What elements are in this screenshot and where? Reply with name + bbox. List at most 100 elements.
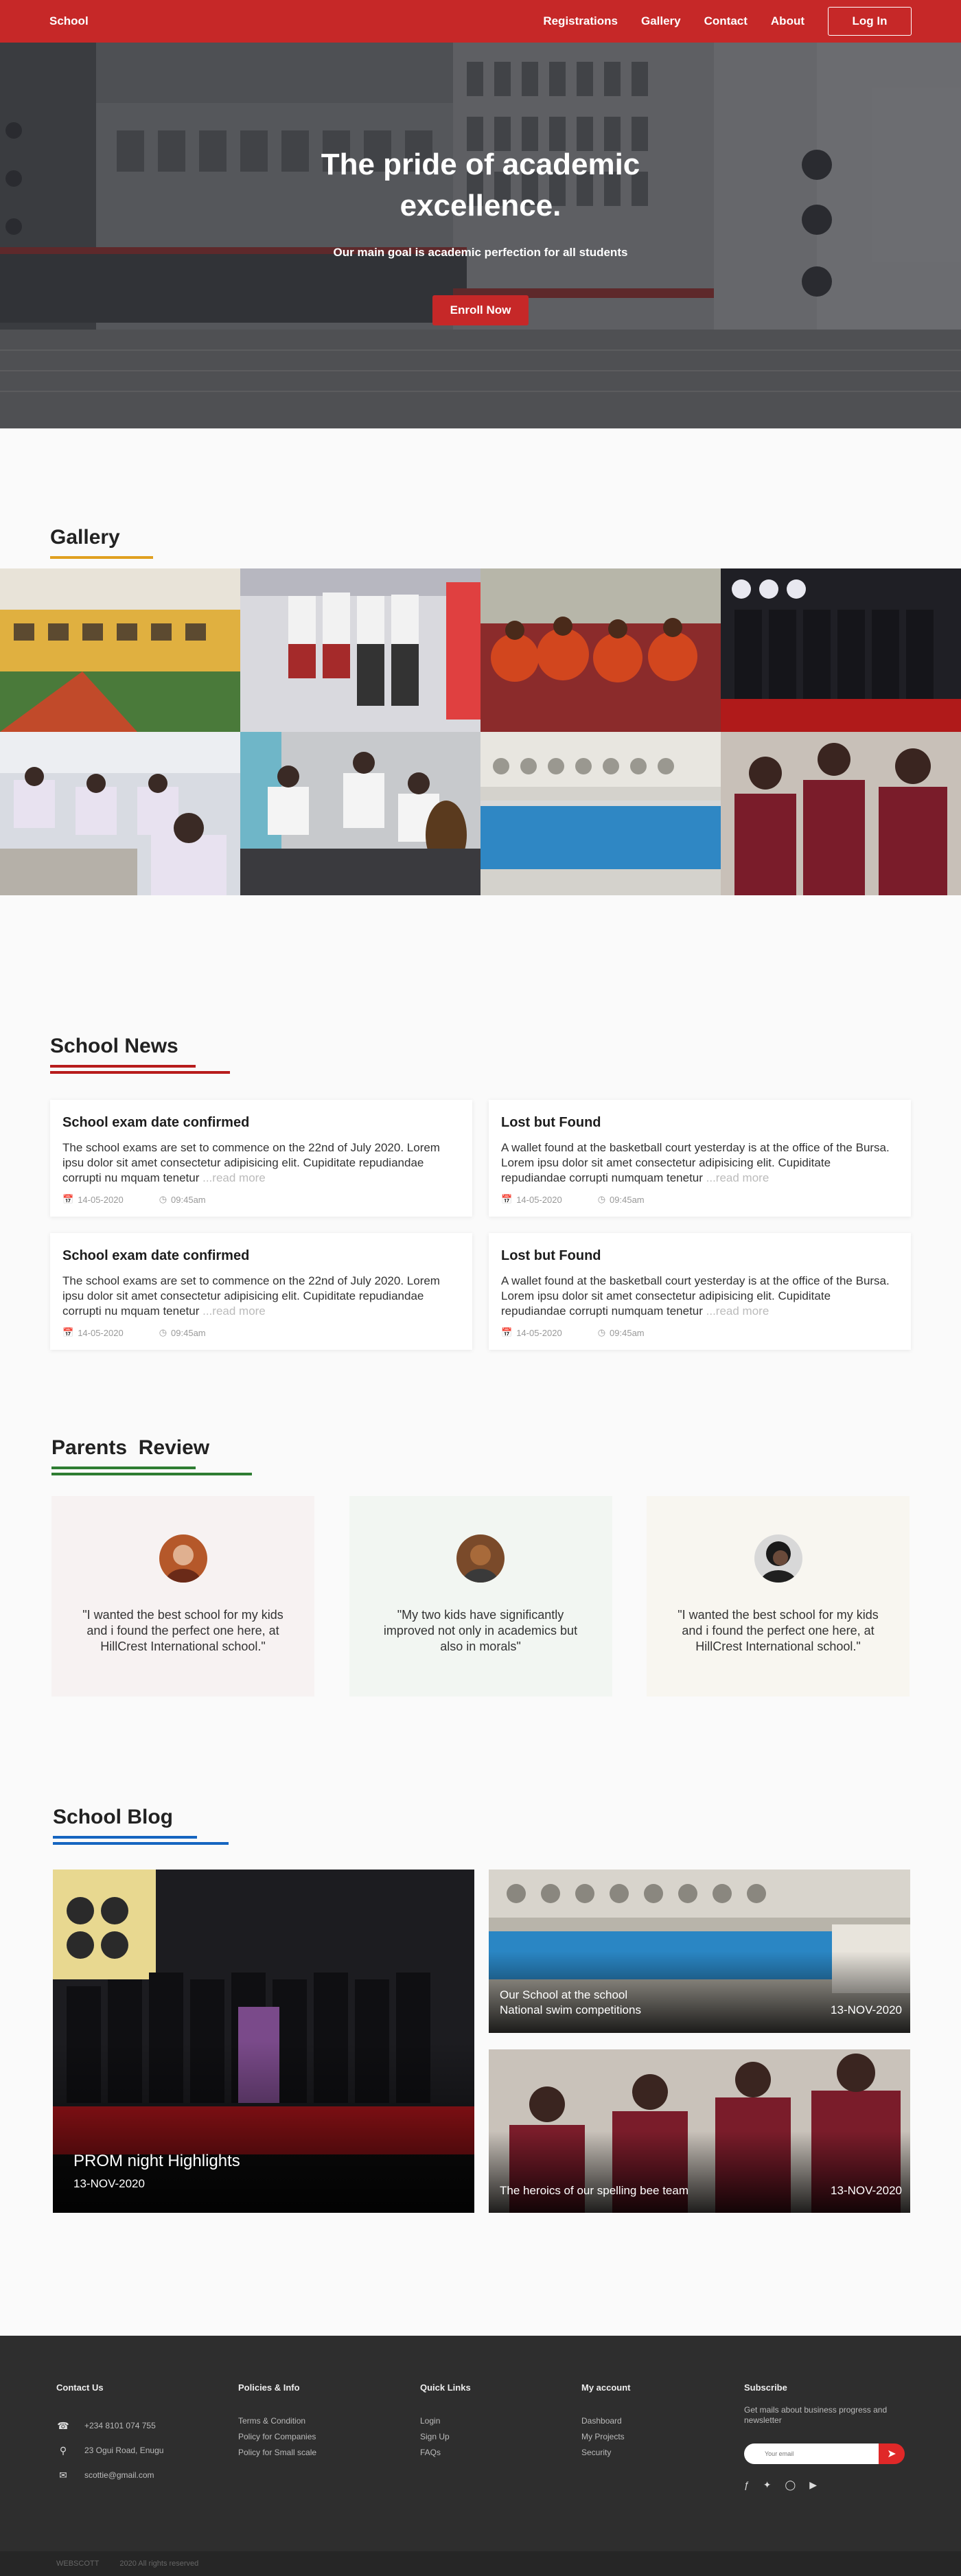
footer-link-faqs[interactable]: FAQs — [420, 2445, 581, 2461]
review-quote: "My two kids have significantly improved… — [383, 1608, 578, 1653]
youtube-icon[interactable]: ▶ — [809, 2479, 817, 2491]
subscribe-send-button[interactable]: ➤ — [879, 2443, 905, 2464]
gallery-image-ceremony[interactable] — [721, 568, 961, 732]
footer-brand: WEBSCOTT — [56, 2560, 100, 2568]
footer-subscribe-title: Subscribe — [744, 2382, 787, 2393]
news-card[interactable]: Lost but Found A wallet found at the bas… — [489, 1233, 911, 1350]
news-card-date: 14-05-2020 — [78, 1194, 124, 1205]
clock-icon: ◷ — [159, 1327, 167, 1337]
gallery-image-students-uniform[interactable] — [240, 568, 480, 732]
blog-post-spelling-bee[interactable]: The heroics of our spelling bee team 13-… — [489, 2049, 910, 2213]
footer-email: ✉ scottie@gmail.com — [56, 2463, 238, 2487]
read-more-link[interactable]: ...read more — [202, 1304, 266, 1318]
footer-link-my-projects[interactable]: My Projects — [581, 2429, 744, 2445]
footer-contact-title: Contact Us — [56, 2382, 104, 2393]
clock-icon: ◷ — [159, 1194, 167, 1204]
blog-post-date: 13-NOV-2020 — [73, 2177, 145, 2190]
footer-columns: Contact Us ☎ +234 8101 074 755 ⚲ 23 Ogui R… — [56, 2382, 909, 2491]
avatar — [754, 1534, 802, 1583]
gallery-image-music-class[interactable] — [240, 732, 480, 895]
review-card: "I wanted the best school for my kids an… — [51, 1496, 314, 1697]
twitter-icon[interactable]: ✦ — [763, 2479, 772, 2491]
news-card[interactable]: Lost but Found A wallet found at the bas… — [489, 1100, 911, 1217]
review-card: "My two kids have significantly improved… — [349, 1496, 612, 1697]
nav-link-registrations[interactable]: Registrations — [543, 14, 618, 28]
footer-link-signup[interactable]: Sign Up — [420, 2429, 581, 2445]
mail-icon: ✉ — [59, 2469, 67, 2481]
hero-content: The pride of academic excellence. Our ma… — [0, 144, 961, 325]
blog-post-main[interactable]: PROM night Highlights 13-NOV-2020 — [53, 1870, 474, 2213]
news-card-time: 09:45am — [610, 1327, 645, 1338]
blog-post-shade — [489, 2131, 910, 2213]
news-card-meta: 📅 14-05-2020 ◷ 09:45am — [501, 1194, 899, 1205]
footer-link-dashboard[interactable]: Dashboard — [581, 2413, 744, 2429]
calendar-icon: 📅 — [62, 1194, 74, 1204]
nav-link-about[interactable]: About — [771, 14, 804, 28]
nav-link-contact[interactable]: Contact — [704, 14, 748, 28]
footer-link-terms[interactable]: Terms & Condition — [238, 2413, 420, 2429]
nav-link-gallery[interactable]: Gallery — [641, 14, 681, 28]
subscribe-email-input[interactable] — [744, 2443, 881, 2464]
reviews-title-underline-2 — [51, 1473, 252, 1475]
school-news-section: School News School exam date confirmed T… — [50, 1035, 911, 1350]
read-more-link[interactable]: ...read more — [202, 1171, 266, 1184]
gallery-image-cultural-day[interactable] — [480, 568, 721, 732]
gallery-title: Gallery — [50, 526, 120, 549]
review-card: "I wanted the best school for my kids an… — [647, 1496, 910, 1697]
avatar — [159, 1534, 207, 1583]
blog-post-title: The heroics of our spelling bee team — [500, 2184, 688, 2197]
footer-account-title: My account — [581, 2382, 631, 2393]
gallery-grid — [0, 568, 961, 895]
clock-icon: ◷ — [597, 1327, 606, 1337]
news-title: School News — [50, 1035, 178, 1057]
read-more-link[interactable]: ...read more — [706, 1171, 769, 1184]
footer-account-column: My account Dashboard My Projects Securit… — [581, 2382, 744, 2491]
social-links: ƒ ✦ ◯ ▶ — [744, 2479, 909, 2491]
review-quote: "I wanted the best school for my kids an… — [678, 1608, 879, 1653]
news-card-title: Lost but Found — [501, 1248, 601, 1263]
login-button[interactable]: Log In — [828, 7, 912, 36]
news-title-underline-2 — [50, 1071, 230, 1074]
instagram-icon[interactable]: ◯ — [785, 2479, 796, 2491]
footer-quick-links-title: Quick Links — [420, 2382, 471, 2393]
hero-title: The pride of academic excellence. — [321, 148, 640, 222]
gallery-title-underline — [50, 556, 153, 559]
footer-link-policy-companies[interactable]: Policy for Companies — [238, 2429, 420, 2445]
location-icon: ⚲ — [59, 2444, 67, 2456]
calendar-icon: 📅 — [62, 1327, 74, 1337]
gallery-header: Gallery — [0, 526, 961, 559]
facebook-icon[interactable]: ƒ — [744, 2479, 750, 2491]
footer-link-login[interactable]: Login — [420, 2413, 581, 2429]
blog-post-swim[interactable]: Our School at the school National swim c… — [489, 1870, 910, 2033]
gallery-image-classroom[interactable] — [0, 732, 240, 895]
footer-link-policy-small-scale[interactable]: Policy for Small scale — [238, 2445, 420, 2461]
gallery-image-students-blazers[interactable] — [721, 732, 961, 895]
news-title-underline — [50, 1065, 196, 1068]
gallery-image-campus[interactable] — [0, 568, 240, 732]
hero-section: The pride of academic excellence. Our ma… — [0, 0, 961, 428]
footer-contact-column: Contact Us ☎ +234 8101 074 755 ⚲ 23 Ogui R… — [56, 2382, 238, 2491]
footer-subscribe-text: Get mails about business progress and ne… — [744, 2405, 888, 2425]
news-card-meta: 📅 14-05-2020 ◷ 09:45am — [62, 1327, 460, 1338]
news-card-meta: 📅 14-05-2020 ◷ 09:45am — [501, 1327, 899, 1338]
news-card[interactable]: School exam date confirmed The school ex… — [50, 1233, 472, 1350]
enroll-now-button[interactable]: Enroll Now — [432, 295, 529, 325]
brand-link[interactable]: School — [49, 14, 89, 28]
calendar-icon: 📅 — [501, 1327, 513, 1337]
news-card-meta: 📅 14-05-2020 ◷ 09:45am — [62, 1194, 460, 1205]
blog-title-underline — [53, 1836, 197, 1839]
read-more-link[interactable]: ...read more — [706, 1304, 769, 1318]
news-card-date: 14-05-2020 — [78, 1327, 124, 1338]
blog-title: School Blog — [53, 1806, 173, 1828]
reviews-title: Parents Review — [51, 1436, 210, 1459]
news-card[interactable]: School exam date confirmed The school ex… — [50, 1100, 472, 1217]
phone-icon: ☎ — [57, 2419, 69, 2431]
news-card-body: The school exams are set to commence on … — [62, 1141, 440, 1184]
news-card-body: The school exams are set to commence on … — [62, 1274, 440, 1318]
footer-policies-title: Policies & Info — [238, 2382, 300, 2393]
parents-review-section: Parents Review "I wanted the best school… — [51, 1436, 910, 1697]
footer-link-security[interactable]: Security — [581, 2445, 744, 2461]
gallery-image-swimming-pool[interactable] — [480, 732, 721, 895]
blog-title-underline-2 — [53, 1842, 229, 1845]
review-quote: "I wanted the best school for my kids an… — [82, 1608, 283, 1653]
